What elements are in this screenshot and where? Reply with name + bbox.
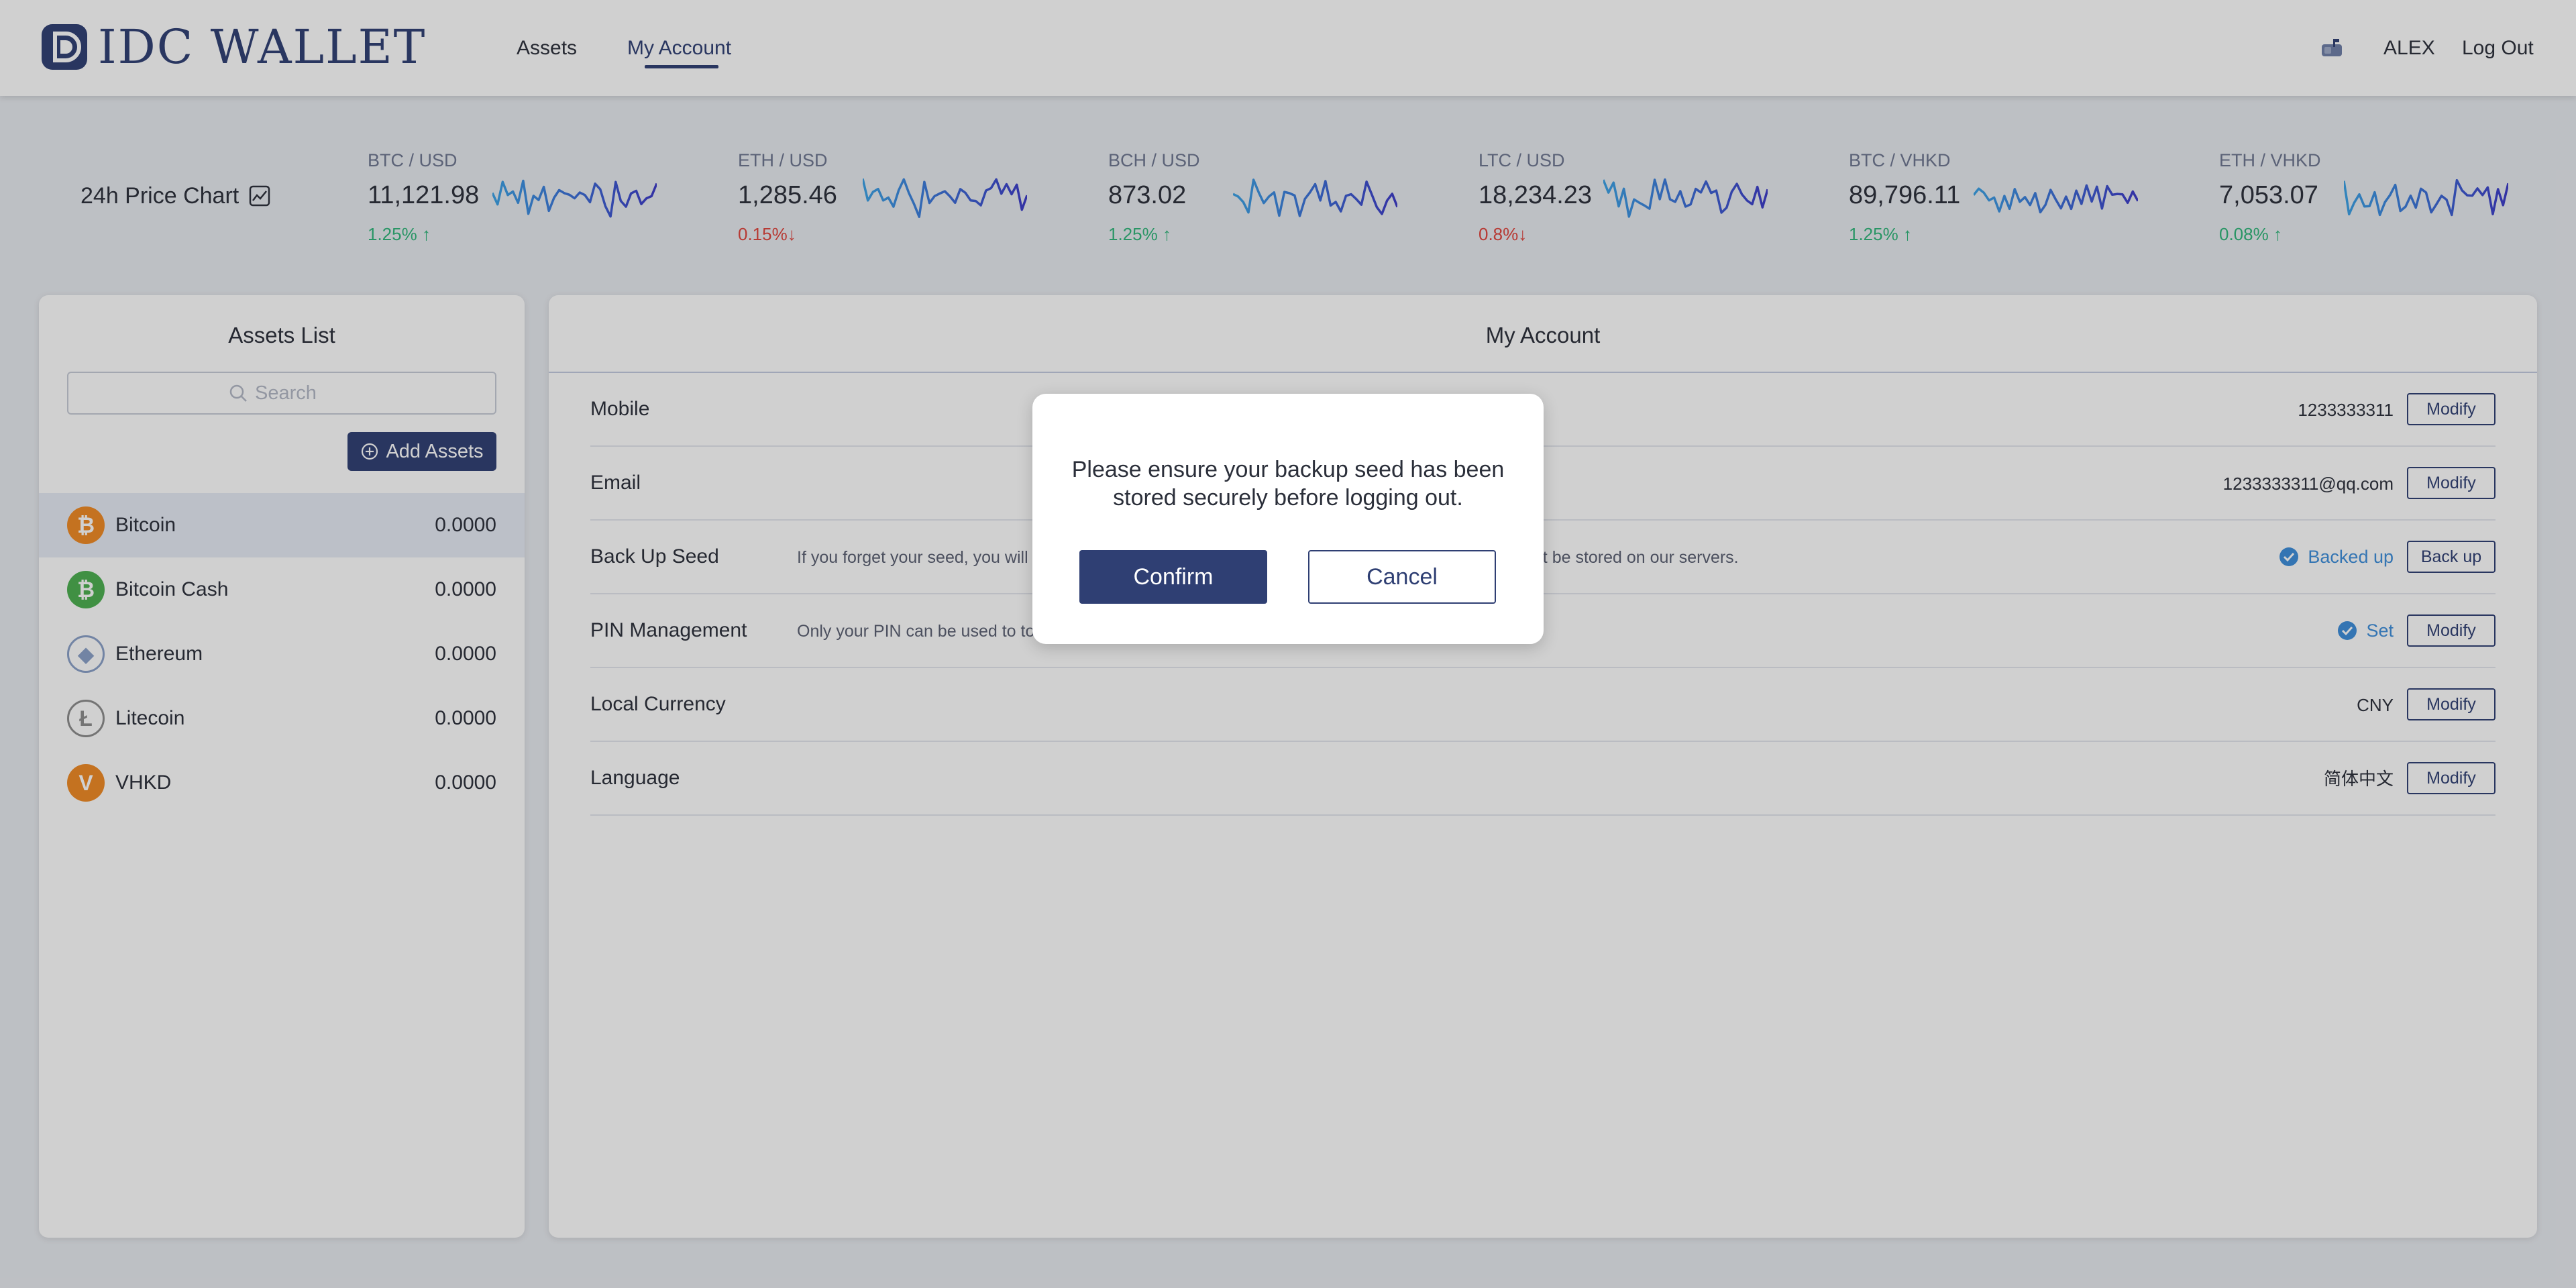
dialog-message: Please ensure your backup seed has been …	[1071, 457, 1505, 511]
modal-overlay[interactable]	[0, 0, 2576, 1288]
cancel-button[interactable]: Cancel	[1308, 550, 1496, 604]
logout-confirm-dialog: Please ensure your backup seed has been …	[1032, 394, 1544, 644]
confirm-button[interactable]: Confirm	[1079, 550, 1267, 604]
